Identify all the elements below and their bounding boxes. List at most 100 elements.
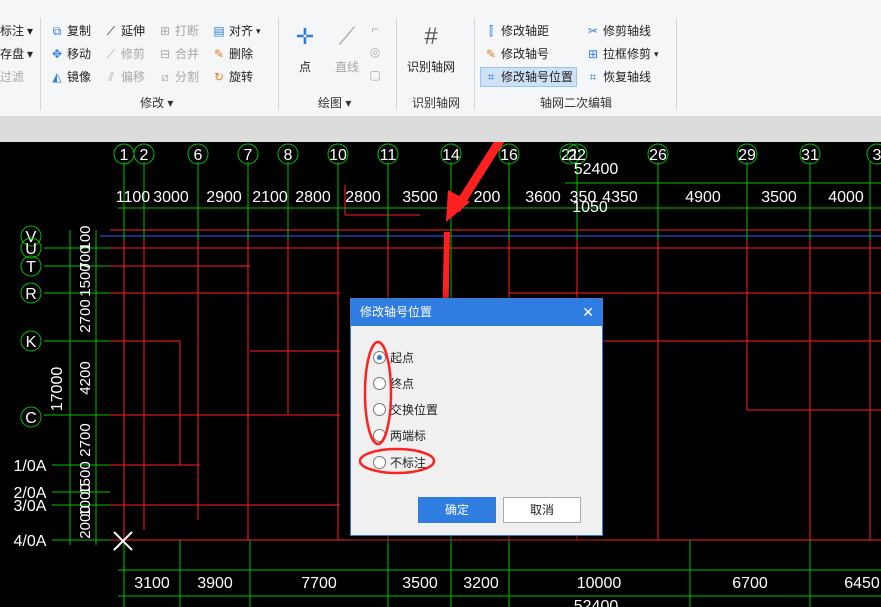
cancel-button[interactable]: 取消	[503, 497, 581, 523]
axis-bubble-top: 11	[377, 143, 399, 165]
polyline-icon: ⌐	[371, 22, 379, 36]
radio-swap[interactable]	[373, 403, 386, 416]
delete-button[interactable]: ✎ 删除	[212, 46, 253, 62]
radio-start[interactable]	[373, 351, 386, 364]
draw-group-label: 绘图 ▾	[318, 96, 352, 110]
ribbon-toolbar: 标注 ▾ 存盘 ▾ 过滤 ⧉ 复制 ✥ 移动 ◭ 镜像 ⟋ 延伸 ⟋ 修剪 ⫽ 偏移 ⊞ 打断 ⊟…	[0, 0, 881, 117]
axis-letter: T	[26, 259, 36, 276]
modify-axis-position-dialog: 修改轴号位置 ✕ 起点 终点 交换位置 两端标 不标注 确定 取消	[350, 298, 603, 536]
axis-number: 31	[801, 147, 819, 164]
modify-axis-number-button[interactable]: ✎ 修改轴号	[484, 46, 549, 62]
recognize-group-label: 识别轴网	[412, 96, 461, 110]
break-button[interactable]: ⊞ 打断	[158, 23, 199, 39]
polyline-button[interactable]: ⌐	[368, 22, 382, 36]
axis-number: 6	[194, 147, 203, 164]
split-button[interactable]: ⧄ 分割	[158, 69, 199, 85]
left-total-dimension: 17000	[49, 367, 66, 412]
axis-number: 26	[649, 147, 667, 164]
bottom-spacing-dimension: 6450	[844, 575, 880, 592]
scissors-icon: ✂	[587, 24, 599, 38]
trim-axis-button[interactable]: ✂ 修剪轴线	[586, 23, 651, 39]
axis-bubble-left: 3/0A	[14, 498, 47, 515]
cursor-cross-icon	[113, 531, 133, 551]
align-button[interactable]: ▤ 对齐 ▾	[212, 23, 260, 39]
mirror-icon: ◭	[52, 70, 62, 84]
bottom-spacing-dimension: 3100	[134, 575, 170, 592]
axis-bubble-top: 10	[327, 143, 349, 165]
circle-button[interactable]: ◎	[368, 45, 382, 59]
ok-button[interactable]: 确定	[418, 497, 496, 523]
bottom-spacing-dimension: 6700	[732, 575, 768, 592]
top-spacing-dimension: 2900	[206, 189, 242, 206]
radio-end[interactable]	[373, 377, 386, 390]
axis-bubble-top: 6	[187, 143, 209, 165]
left-spacing-dimension: 1500	[77, 263, 94, 296]
rectangle-icon: ▢	[369, 68, 381, 82]
extend-button[interactable]: ⟋ 延伸	[104, 23, 145, 39]
option-swap[interactable]: 交换位置	[373, 401, 438, 418]
axis-number: 1	[120, 147, 129, 164]
save-button[interactable]: 存盘 ▾	[0, 46, 33, 62]
rotate-button[interactable]: ↻ 旋转	[212, 69, 253, 85]
trim-button[interactable]: ⟋ 修剪	[104, 46, 145, 62]
axis-letter: C	[25, 410, 37, 427]
modify-axis-spacing-button[interactable]: ⫿ 修改轴距	[484, 23, 549, 39]
bottom-spacing-dimension: 3200	[463, 575, 499, 592]
offset-button[interactable]: ⫽ 偏移	[104, 69, 145, 85]
copy-button[interactable]: ⧉ 复制	[50, 23, 91, 39]
option-start[interactable]: 起点	[373, 349, 414, 366]
line-icon: ⟋	[338, 23, 356, 50]
restore-axis-button[interactable]: ⌗ 恢复轴线	[586, 69, 651, 85]
close-icon[interactable]: ✕	[582, 299, 594, 326]
line-button[interactable]: ⟋ 直线	[330, 22, 364, 75]
axis-number: 10	[329, 147, 347, 164]
axis-letter: R	[25, 286, 37, 303]
axis-number: 11	[380, 147, 397, 164]
axis-letter: 3/0A	[14, 498, 47, 515]
axis-position-icon: ⌗	[487, 70, 495, 84]
split-icon: ⧄	[161, 70, 169, 84]
option-both-ends[interactable]: 两端标	[373, 427, 426, 444]
recognize-grid-button[interactable]: # 识别轴网	[402, 22, 460, 75]
dialog-title: 修改轴号位置	[360, 305, 433, 319]
ribbon-collapse-strip	[0, 116, 881, 142]
box-trim-button[interactable]: ⊞ 拉框修剪 ▾	[586, 46, 659, 62]
option-end[interactable]: 终点	[373, 375, 414, 392]
modify-axis-number-position-button[interactable]: ⌗ 修改轴号位置	[480, 67, 578, 87]
dialog-title-bar: 修改轴号位置 ✕	[351, 299, 602, 326]
circle-icon: ◎	[369, 45, 381, 59]
axis-bubble-top: 8	[277, 143, 299, 165]
filter-button[interactable]: 过滤	[0, 69, 24, 85]
top-spacing-dimension: 3600	[525, 189, 561, 206]
grid-icon: #	[424, 23, 438, 50]
annotate-button[interactable]: 标注 ▾	[0, 23, 33, 39]
axis-letter: 4/0A	[14, 533, 47, 550]
radio-both-ends[interactable]	[373, 429, 386, 442]
top-spacing-dimension: 2100	[252, 189, 288, 206]
axis-bubble-left: K	[20, 330, 42, 352]
axis-number: 29	[738, 147, 756, 164]
rectangle-button[interactable]: ▢	[368, 68, 382, 82]
top-total-dimension: 52400	[574, 161, 619, 178]
break-icon: ⊞	[159, 24, 171, 38]
left-spacing-dimension: 4200	[77, 361, 94, 394]
left-spacing-dimension: 2700	[77, 299, 94, 332]
axis-bubble-left: R	[20, 282, 42, 304]
move-button[interactable]: ✥ 移动	[50, 46, 91, 62]
eraser-icon: ✎	[213, 47, 225, 61]
point-icon: ✛	[295, 24, 315, 49]
radio-no-label[interactable]	[373, 456, 386, 469]
merge-button[interactable]: ⊟ 合并	[158, 46, 199, 62]
top-spacing-dimension: 3500	[402, 189, 438, 206]
box-trim-icon: ⊞	[587, 47, 599, 61]
mirror-button[interactable]: ◭ 镜像	[50, 69, 91, 85]
offset-icon: ⫽	[108, 70, 114, 84]
option-no-label[interactable]: 不标注	[373, 454, 426, 471]
bottom-spacing-dimension: 10000	[577, 575, 622, 592]
grid-edit-group-label: 轴网二次编辑	[540, 96, 613, 110]
merge-icon: ⊟	[159, 47, 171, 61]
top-spacing-dimension: 3500	[761, 189, 797, 206]
point-button[interactable]: ✛ 点	[288, 22, 322, 75]
extend-icon: ⟋	[106, 24, 116, 38]
move-icon: ✥	[51, 47, 63, 61]
